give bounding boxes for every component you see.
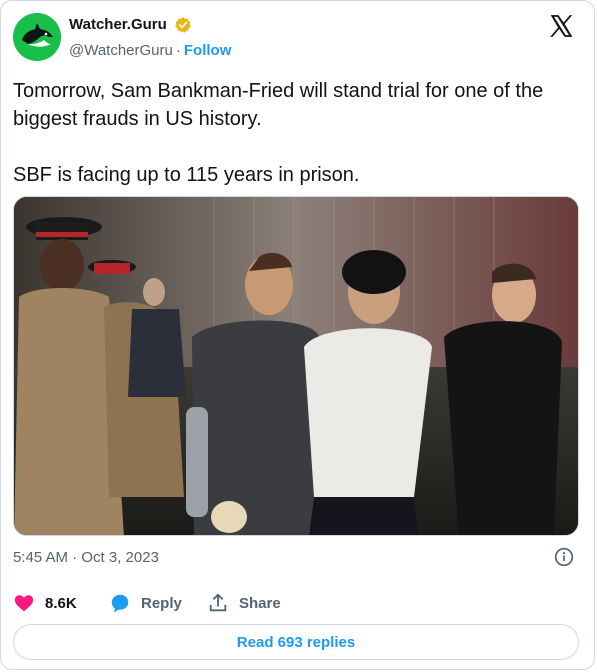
handle[interactable]: @WatcherGuru	[69, 42, 173, 59]
x-logo-icon[interactable]	[548, 13, 574, 39]
display-name[interactable]: Watcher.Guru	[69, 15, 167, 35]
avatar[interactable]	[13, 13, 61, 61]
tweet-card: Watcher.Guru @WatcherGuru · Follow Tomorro…	[0, 0, 595, 670]
reply-label: Reply	[141, 594, 182, 612]
heart-icon	[14, 595, 34, 612]
read-replies-button[interactable]: Read 693 replies	[13, 624, 579, 660]
tweet-photo[interactable]	[13, 196, 579, 536]
like-button[interactable]: 8.6K	[13, 591, 77, 615]
share-label: Share	[239, 594, 281, 612]
tweet-text: Tomorrow, Sam Bankman-Fried will stand t…	[13, 80, 544, 186]
tweet-timestamp[interactable]: 5:45 AM · Oct 3, 2023	[13, 548, 159, 568]
share-button[interactable]: Share	[207, 591, 281, 615]
verified-badge-icon	[175, 17, 192, 33]
info-icon[interactable]	[554, 547, 574, 567]
like-count: 8.6K	[45, 594, 77, 612]
reply-button[interactable]: Reply	[109, 591, 182, 615]
reply-bubble-icon	[111, 594, 129, 613]
share-icon	[209, 593, 227, 612]
handle-row: @WatcherGuru · Follow	[69, 41, 231, 61]
tweet-header: Watcher.Guru @WatcherGuru · Follow	[13, 13, 580, 65]
separator: ·	[175, 42, 181, 59]
follow-button[interactable]: Follow	[184, 42, 232, 59]
author-block: Watcher.Guru @WatcherGuru · Follow	[69, 15, 231, 61]
